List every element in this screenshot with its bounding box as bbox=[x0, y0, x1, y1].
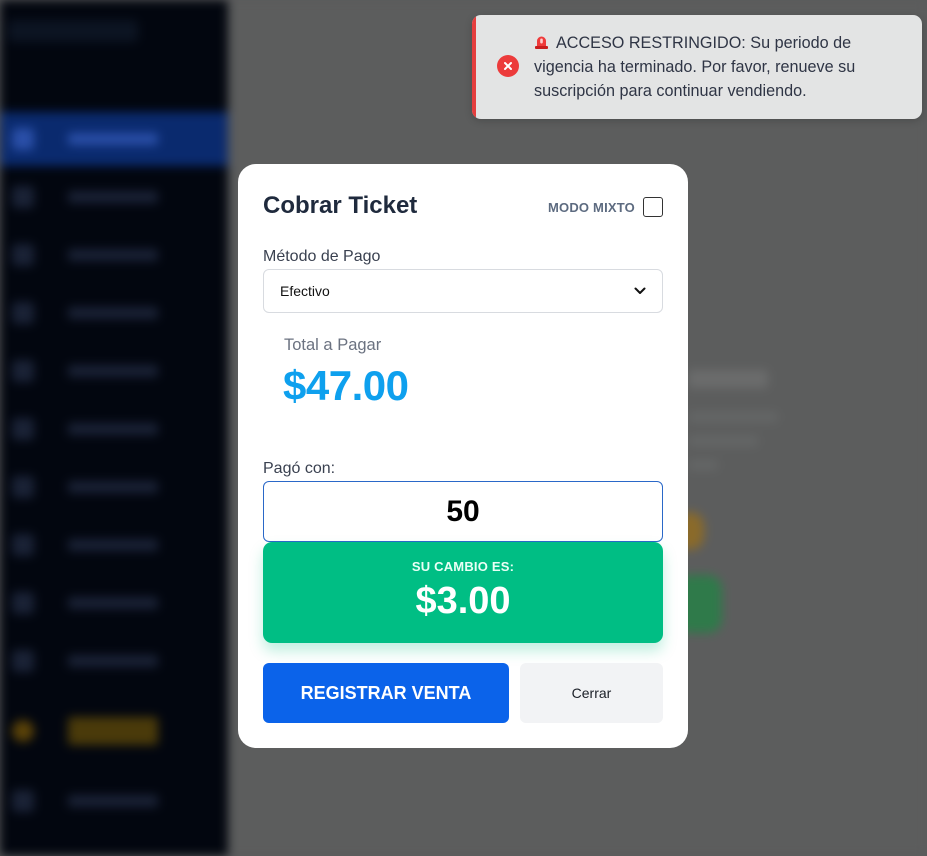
mixed-mode-label: MODO MIXTO bbox=[548, 200, 635, 215]
siren-icon bbox=[535, 36, 548, 49]
sidebar-item bbox=[0, 774, 228, 828]
background-text bbox=[688, 436, 758, 446]
payment-method-label: Método de Pago bbox=[263, 248, 381, 265]
payment-method-select[interactable]: Efectivo bbox=[263, 269, 663, 313]
paid-with-input[interactable] bbox=[263, 481, 663, 542]
checkout-modal: Cobrar Ticket MODO MIXTO Método de Pago … bbox=[238, 164, 688, 748]
sidebar-item bbox=[0, 704, 228, 758]
paid-with-label: Pagó con: bbox=[263, 460, 336, 477]
change-amount: $3.00 bbox=[415, 580, 511, 622]
toast-message-text: ACCESO RESTRINGIDO: Su periodo de vigenc… bbox=[534, 34, 856, 100]
toast-message: ACCESO RESTRINGIDO: Su periodo de vigenc… bbox=[534, 31, 904, 103]
sidebar-item bbox=[0, 170, 228, 224]
sidebar-item bbox=[0, 228, 228, 282]
sidebar-item bbox=[0, 402, 228, 456]
sidebar-brand bbox=[8, 20, 138, 42]
background-heading bbox=[688, 370, 768, 388]
register-sale-button[interactable]: REGISTRAR VENTA bbox=[263, 663, 509, 723]
change-label: SU CAMBIO ES: bbox=[411, 559, 515, 574]
close-button[interactable]: Cerrar bbox=[520, 663, 663, 723]
error-icon bbox=[497, 55, 519, 77]
mixed-mode-checkbox[interactable] bbox=[643, 197, 663, 217]
sidebar-item bbox=[0, 518, 228, 572]
total-label: Total a Pagar bbox=[284, 336, 382, 354]
background-text bbox=[688, 412, 778, 422]
payment-method-value: Efectivo bbox=[280, 283, 330, 299]
sidebar bbox=[0, 0, 228, 856]
total-amount: $47.00 bbox=[283, 362, 409, 409]
toast-accent-bar bbox=[472, 15, 476, 119]
sidebar-item bbox=[0, 460, 228, 514]
change-panel: SU CAMBIO ES: $3.00 bbox=[263, 542, 663, 643]
error-toast: ACCESO RESTRINGIDO: Su periodo de vigenc… bbox=[472, 15, 922, 119]
sidebar-item bbox=[0, 634, 228, 688]
modal-title: Cobrar Ticket bbox=[263, 192, 418, 219]
background-text bbox=[688, 460, 718, 470]
sidebar-item bbox=[0, 344, 228, 398]
sidebar-item bbox=[0, 576, 228, 630]
sidebar-item bbox=[0, 112, 228, 166]
chevron-down-icon bbox=[634, 287, 646, 294]
sidebar-item bbox=[0, 286, 228, 340]
